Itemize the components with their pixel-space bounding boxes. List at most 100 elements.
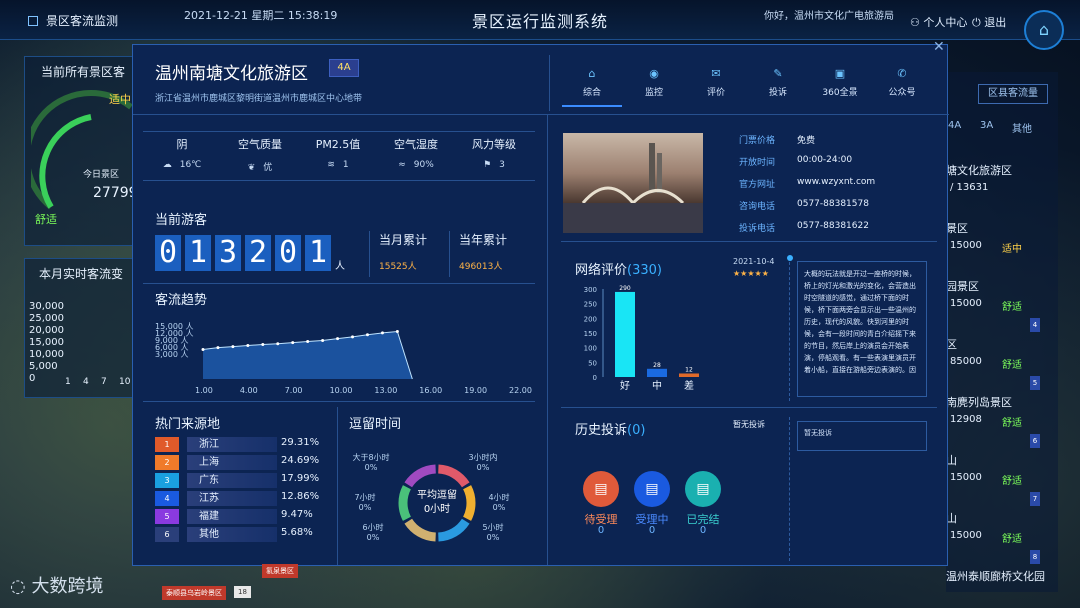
stay-label: 7小时 0%: [345, 493, 385, 513]
visitor-digit: 1: [305, 235, 331, 271]
tab-2[interactable]: ✉ 评价: [686, 67, 746, 98]
source-title: 热门来源地: [155, 417, 221, 432]
review-bar-label: 290: [619, 285, 631, 292]
left-x-tick: 10: [119, 377, 131, 387]
exit-button[interactable]: ⏻ 退出: [972, 14, 1006, 30]
trend-point: [246, 344, 250, 348]
scenic-card[interactable]: 温州泰顺廊桥文化园 8: [946, 550, 1058, 608]
scenic-card[interactable]: 园景区 15000 舒适: [946, 278, 1058, 332]
stay-title: 逗留时间: [349, 417, 402, 432]
tab-3[interactable]: ✎ 投诉: [748, 67, 808, 98]
weather-icon: ❦: [247, 163, 256, 173]
stay-label-name: 4小时: [488, 493, 510, 502]
source-rank: 4: [155, 491, 179, 506]
weather-item: PM2.5值 ≋ 1: [303, 136, 373, 170]
scenic-card-name: 景区: [946, 222, 968, 235]
trend-x-tick: 22.00: [509, 386, 532, 395]
weather-value: ☁ 16℃: [162, 160, 202, 170]
tab-1[interactable]: ◉ 监控: [624, 67, 684, 98]
panorama-icon: ▣: [834, 67, 846, 80]
source-rank: 2: [155, 455, 179, 470]
trend-area: [203, 331, 413, 379]
level-tab[interactable]: 4A: [948, 120, 961, 131]
tab-0[interactable]: ⌂ 综合: [562, 67, 622, 107]
map-tag-dongquan[interactable]: 氡泉景区: [262, 564, 298, 578]
scenic-card[interactable]: 山 15000 舒适 6: [946, 434, 1058, 506]
visitor-unit: 人: [335, 261, 345, 272]
review-bar-label: 12: [685, 366, 693, 373]
scenic-card-name: 南麂列岛景区: [946, 396, 1012, 409]
source-rank: 5: [155, 509, 179, 524]
info-key: 开放时间: [739, 158, 776, 168]
trend-point: [321, 338, 325, 342]
scenic-card-rank: 5: [1030, 376, 1040, 390]
home-button[interactable]: ⌂: [1024, 10, 1064, 50]
review-bar-chart: 300 250 200 150 100 50 0 290 好 28 中 12 差: [584, 285, 699, 392]
scenic-name: 温州南塘文化旅游区: [155, 64, 308, 84]
stay-donut-segment: [437, 518, 470, 542]
level-tab[interactable]: 3A: [980, 120, 993, 131]
chat-icon: ✉: [711, 67, 721, 80]
user-center-button[interactable]: ⚇ 个人中心: [910, 14, 967, 30]
info-value[interactable]: www.wzyxnt.com: [797, 177, 917, 187]
trend-chart: 15,000 人12,000 人9,000 人6,000 人3,000 人1.0…: [155, 322, 532, 395]
weather-item: 空气质量 ❦ 优: [225, 136, 295, 173]
left-x-tick: 7: [101, 377, 107, 387]
scenic-card-name: 温州泰顺廊桥文化园: [946, 570, 1045, 583]
weather-icon: ☁: [162, 160, 172, 170]
source-name: 浙江: [199, 439, 219, 450]
scenic-card-status: 适中: [1002, 244, 1022, 255]
scenic-photo[interactable]: [563, 133, 703, 233]
scenic-card[interactable]: 南麂列岛景区 12908 舒适 5: [946, 376, 1058, 448]
trend-title: 客流趋势: [155, 293, 208, 308]
document-edit-icon[interactable]: ▤: [634, 471, 670, 507]
weather-item: 空气湿度 ≈90%: [381, 136, 451, 170]
document-check-icon[interactable]: ▤: [685, 471, 721, 507]
stay-label-name: 大于8小时: [352, 453, 390, 462]
map-tag-wuyanling[interactable]: 泰顺县乌岩岭景区: [162, 586, 226, 600]
tab-label: 投诉: [768, 88, 787, 98]
trend-x-tick: 16.00: [419, 386, 442, 395]
divider: [143, 401, 535, 402]
stay-label-name: 6小时: [362, 523, 384, 532]
user-icon: ⚇: [910, 16, 920, 29]
tab-5[interactable]: ✆ 公众号: [872, 67, 932, 98]
timeline-dot: [787, 255, 793, 261]
close-icon[interactable]: ✕: [933, 39, 945, 55]
source-pct: 12.86%: [281, 491, 320, 502]
level-tab[interactable]: 其他: [1012, 120, 1032, 135]
source-name: 其他: [199, 529, 219, 540]
stay-label: 6小时 0%: [353, 523, 393, 543]
review-bar-label: 28: [653, 362, 661, 369]
stay-label-name: 7小时: [354, 493, 376, 502]
scenic-address: 浙江省温州市鹿城区黎明街道温州市鹿城区中心地带: [155, 94, 363, 104]
scenic-card[interactable]: 区 85000 舒适 4: [946, 318, 1058, 390]
right-panel: 区县客流量 4A 3A 其他 塘文化旅游区 / 13631 景区 15000 适中 园景区 15…: [946, 72, 1058, 592]
complaint-title: 历史投诉(0): [575, 423, 646, 438]
module-title[interactable]: 景区客流监测: [28, 12, 118, 29]
review-title: 网络评价(330): [575, 263, 662, 278]
scenic-card[interactable]: 塘文化旅游区 / 13631: [946, 162, 1058, 216]
trend-point: [291, 341, 295, 345]
scenic-card-rank: 6: [1030, 434, 1040, 448]
left-x-tick: 4: [83, 377, 89, 387]
home-icon: ⌂: [588, 67, 596, 80]
divider: [561, 241, 937, 242]
stay-donut-segment: [404, 518, 437, 542]
tab-4[interactable]: ▣ 360全景: [810, 67, 870, 98]
clipboard-icon[interactable]: ▤: [583, 471, 619, 507]
home-icon: ⌂: [1038, 20, 1050, 39]
info-value: 00:00-24:00: [797, 155, 853, 165]
level-badge: 4A: [329, 59, 359, 77]
tab-label: 360全景: [822, 88, 858, 98]
grid-icon: [28, 16, 38, 26]
district-flow-tab[interactable]: 区县客流量: [978, 84, 1048, 104]
scenic-card[interactable]: 景区 15000 适中: [946, 220, 1058, 274]
info-value: 免费: [797, 136, 816, 146]
scenic-card[interactable]: 山 15000 舒适 7: [946, 492, 1058, 564]
visitor-digit: 0: [155, 235, 181, 271]
stay-center-label: 平均逗留: [417, 490, 457, 501]
tab-label: 监控: [644, 88, 663, 98]
review-category: 好: [620, 380, 630, 392]
trend-y-tick: 3,000 人: [155, 350, 188, 359]
